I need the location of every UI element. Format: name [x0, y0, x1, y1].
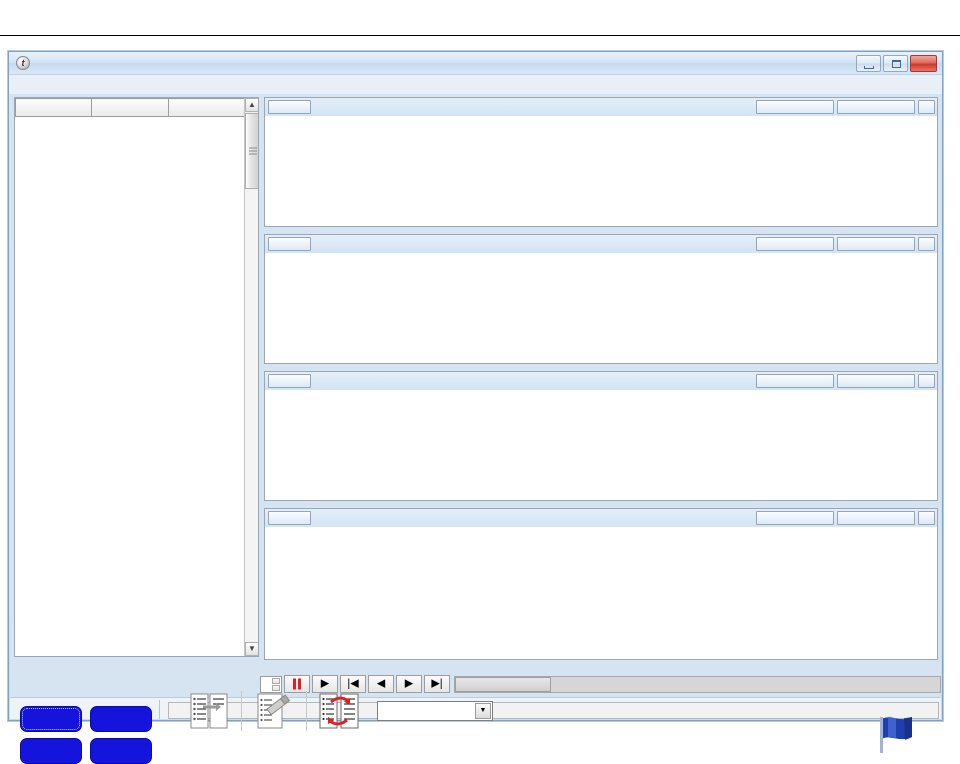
chevron-down-icon[interactable]: ▼ — [475, 702, 491, 719]
timeline-scrollbar-thumb[interactable] — [455, 676, 551, 692]
graph-menu-button-1[interactable] — [268, 100, 311, 114]
minimize-button[interactable] — [856, 55, 881, 72]
sync-swap-icon[interactable] — [317, 689, 361, 733]
graph-plot-area-4[interactable] — [265, 527, 937, 659]
table-header-row — [15, 98, 246, 117]
graph-plot-area-3[interactable] — [265, 390, 937, 500]
techstream-logo-icon: t — [16, 56, 30, 70]
scrollbar-grip-icon — [249, 147, 257, 155]
graph-type-button-2[interactable] — [837, 237, 915, 251]
action-button-group — [12, 700, 160, 764]
graph-header — [265, 372, 937, 391]
graph-panel-pump-spd — [264, 371, 938, 501]
graph-type-button-3[interactable] — [837, 374, 915, 388]
graph-close-button-1[interactable] — [918, 100, 935, 114]
window-client-area: ▲ ▼ ▶ |◀ ◀ ▶ ▶| ▼ — [10, 94, 941, 764]
maximize-button[interactable] — [883, 55, 908, 72]
blue-flag-icon — [870, 711, 920, 757]
spinner-up-icon[interactable] — [272, 677, 280, 684]
graph-close-button-3[interactable] — [918, 374, 935, 388]
graph-header-buttons-3 — [756, 374, 935, 388]
graph-menu-button-2[interactable] — [268, 237, 311, 251]
full-screen-button-1[interactable] — [756, 100, 834, 114]
graph-plot-area-2[interactable] — [265, 253, 937, 363]
application-window: t ▲ ▼ ▶ |◀ ◀ ▶ ▶| ▼ — [8, 51, 943, 764]
graph-canvas-4 — [265, 527, 937, 659]
scrollbar-thumb[interactable] — [245, 113, 258, 189]
minimize-icon — [864, 66, 874, 69]
graph-type-button-1[interactable] — [837, 100, 915, 114]
skip-end-icon: ▶| — [431, 677, 443, 690]
page-header — [0, 0, 960, 36]
scroll-up-button[interactable]: ▲ — [245, 98, 258, 112]
graph-stack — [264, 97, 938, 660]
hide-button[interactable] — [90, 706, 152, 732]
column-header-value — [91, 98, 169, 117]
graph-menu-button-4[interactable] — [268, 511, 311, 525]
scrollbar-track[interactable] — [245, 190, 258, 641]
annotate-list-icon[interactable] — [252, 689, 296, 733]
data-source-combobox[interactable]: ▼ — [377, 700, 493, 721]
chevron-up-icon: ▲ — [248, 100, 256, 109]
graph-header-buttons-4 — [756, 511, 935, 525]
parameter-table-scrollbar[interactable]: ▲ ▼ — [244, 98, 258, 656]
graph-menu-button-3[interactable] — [268, 374, 311, 388]
print-button[interactable] — [20, 706, 82, 732]
graph-panel-electric-fan-motor — [264, 508, 938, 660]
step-forward-icon: ▶ — [404, 677, 414, 690]
time-axis — [260, 657, 941, 673]
column-header-parameter — [15, 98, 93, 117]
graph-close-button-4[interactable] — [918, 511, 935, 525]
window-controls — [856, 55, 937, 72]
full-screen-button-2[interactable] — [756, 237, 834, 251]
maximize-icon — [892, 60, 901, 68]
parameter-table — [15, 98, 246, 117]
graph-canvas-1 — [265, 116, 937, 226]
timeline-scrollbar[interactable] — [454, 675, 941, 693]
window-titlebar: t — [9, 52, 942, 75]
graph-header-buttons-2 — [756, 237, 935, 251]
close-button[interactable] — [910, 55, 937, 72]
graph-header — [265, 509, 937, 528]
bottom-toolbar: ▼ — [10, 690, 941, 764]
graph-type-button-4[interactable] — [837, 511, 915, 525]
toolbar-separator-1 — [241, 690, 242, 731]
graph-tool-strip: ▼ — [168, 690, 939, 753]
scroll-down-button[interactable]: ▼ — [245, 642, 258, 656]
graph-header — [265, 235, 937, 254]
playback-transport-bar: ▶ |◀ ◀ ▶ ▶| — [260, 674, 941, 694]
graph-panel-coolant-temp — [264, 97, 938, 227]
split-list-icon[interactable] — [187, 689, 231, 733]
graph-canvas-2 — [265, 253, 937, 363]
step-forward-button[interactable]: ▶ — [396, 675, 422, 693]
menubar — [9, 75, 942, 95]
graph-plot-area-1[interactable] — [265, 116, 937, 226]
data-and-graph-area: ▲ ▼ — [14, 97, 938, 660]
overlap-button[interactable] — [90, 738, 152, 764]
column-header-unit — [167, 98, 246, 117]
full-screen-button-4[interactable] — [756, 511, 834, 525]
step-back-icon: ◀ — [376, 677, 386, 690]
skip-to-end-button[interactable]: ▶| — [424, 675, 450, 693]
graph-canvas-3 — [265, 390, 937, 500]
chevron-down-icon: ▼ — [248, 644, 256, 653]
toolbar-separator-2 — [306, 690, 307, 731]
graph-close-button-2[interactable] — [918, 237, 935, 251]
step-back-button[interactable]: ◀ — [368, 675, 394, 693]
parameter-table-panel: ▲ ▼ — [14, 97, 259, 657]
graph-panel-pump-target-spd — [264, 234, 938, 364]
full-screen-button-3[interactable] — [756, 374, 834, 388]
graph-header — [265, 98, 937, 117]
back-button[interactable] — [20, 738, 82, 764]
graph-header-buttons-1 — [756, 100, 935, 114]
